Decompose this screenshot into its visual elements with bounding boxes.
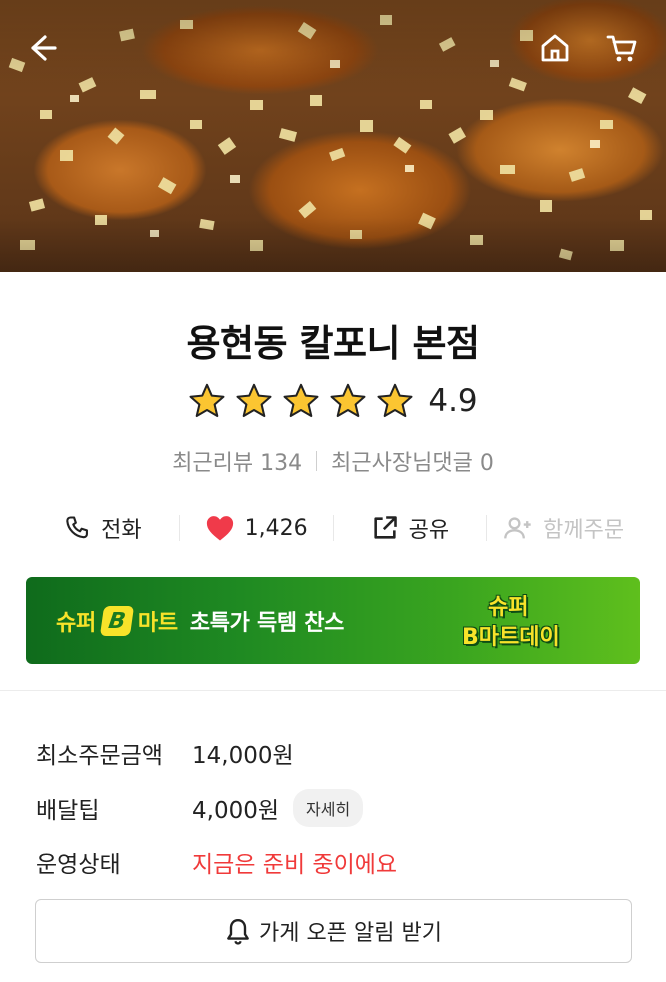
share-icon — [374, 516, 397, 539]
phone-icon — [66, 516, 89, 539]
rating-stars — [188, 382, 414, 420]
owner-replies-count[interactable]: 최근사장님댓글 0 — [331, 445, 494, 477]
back-button[interactable] — [22, 28, 62, 68]
rating-row[interactable]: 4.9 — [0, 382, 666, 420]
cart-button[interactable] — [602, 28, 642, 68]
status-label: 운영상태 — [36, 852, 121, 878]
star-icon — [236, 383, 272, 418]
review-summary[interactable]: 최근리뷰 134 최근사장님댓글 0 — [0, 445, 666, 477]
open-notification-label: 가게 오픈 알림 받기 — [259, 921, 442, 946]
min-order-label: 최소주문금액 — [36, 743, 163, 769]
rating-value: 4.9 — [428, 383, 478, 419]
delivery-tip-detail-button[interactable]: 자세히 — [293, 789, 364, 827]
group-order-button[interactable]: 함께주문 — [487, 505, 640, 551]
heart-icon — [206, 516, 233, 541]
add-person-icon — [504, 517, 531, 539]
store-actions: 전화 1,426 공유 함께주문 — [26, 505, 640, 551]
min-order-row: 최소주문금액 14,000원 — [36, 735, 294, 771]
delivery-tip-value: 4,000원 — [192, 798, 280, 824]
star-icon — [330, 383, 366, 418]
arrow-left-icon — [31, 35, 57, 61]
promo-banner-text: 슈퍼 B 마트 초특가 득템 찬스 — [56, 605, 344, 637]
share-button[interactable]: 공유 — [334, 505, 487, 551]
divider — [316, 451, 318, 471]
star-icon — [377, 383, 413, 418]
cart-icon — [606, 35, 637, 62]
b-mart-badge: B — [99, 605, 134, 636]
open-notification-button[interactable]: 가게 오픈 알림 받기 — [35, 899, 632, 963]
delivery-tip-row: 배달팁 4,000원 자세히 — [36, 789, 364, 827]
like-count: 1,426 — [244, 515, 308, 541]
recent-reviews-count[interactable]: 최근리뷰 134 — [172, 445, 302, 477]
status-row: 운영상태 지금은 준비 중이에요 — [36, 844, 397, 880]
call-label: 전화 — [101, 518, 142, 543]
star-icon — [283, 383, 319, 418]
promo-banner[interactable]: 슈퍼 B 마트 초특가 득템 찬스 슈퍼 B마트데이 — [26, 577, 640, 664]
group-order-label: 함께주문 — [543, 518, 625, 543]
delivery-tip-label: 배달팁 — [36, 798, 100, 824]
store-name: 용현동 칼포니 본점 — [186, 322, 480, 365]
store-hero-image — [0, 0, 666, 272]
home-button[interactable] — [535, 28, 575, 68]
section-divider — [0, 690, 666, 691]
home-icon — [541, 34, 569, 62]
status-value: 지금은 준비 중이에요 — [192, 852, 398, 878]
star-icon — [189, 383, 225, 418]
share-label: 공유 — [408, 518, 450, 543]
call-button[interactable]: 전화 — [26, 505, 179, 551]
bell-icon — [227, 919, 249, 945]
min-order-value: 14,000원 — [192, 743, 294, 769]
b-mart-day-logo: 슈퍼 B마트데이 — [462, 595, 560, 650]
like-button[interactable]: 1,426 — [180, 505, 333, 551]
